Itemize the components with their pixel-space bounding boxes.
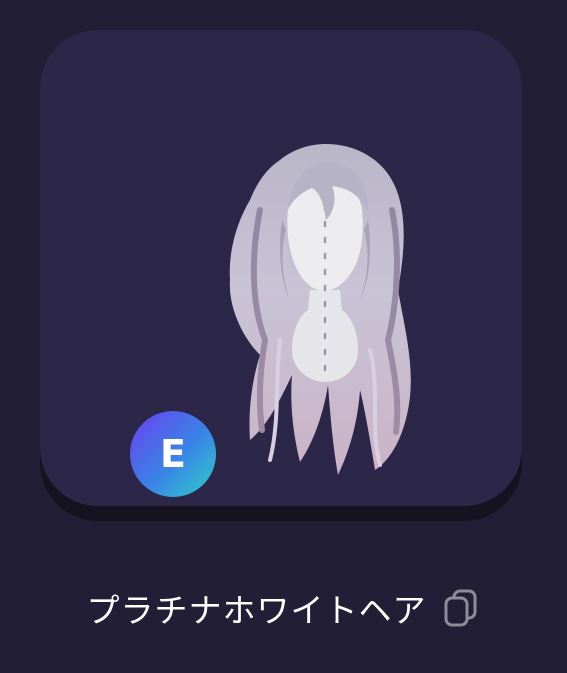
copy-button[interactable] bbox=[441, 586, 481, 630]
long-wavy-platinum-hair-icon bbox=[229, 143, 411, 475]
item-name: プラチナホワイトヘア bbox=[86, 591, 427, 630]
rarity-badge: E bbox=[130, 411, 216, 497]
item-title-row: プラチナホワイトヘア bbox=[0, 578, 567, 638]
item-tile: E プラチナホワイトヘア bbox=[0, 0, 567, 673]
copy-icon bbox=[444, 589, 476, 627]
rarity-letter: E bbox=[160, 432, 186, 476]
item-card[interactable]: E bbox=[40, 30, 522, 506]
